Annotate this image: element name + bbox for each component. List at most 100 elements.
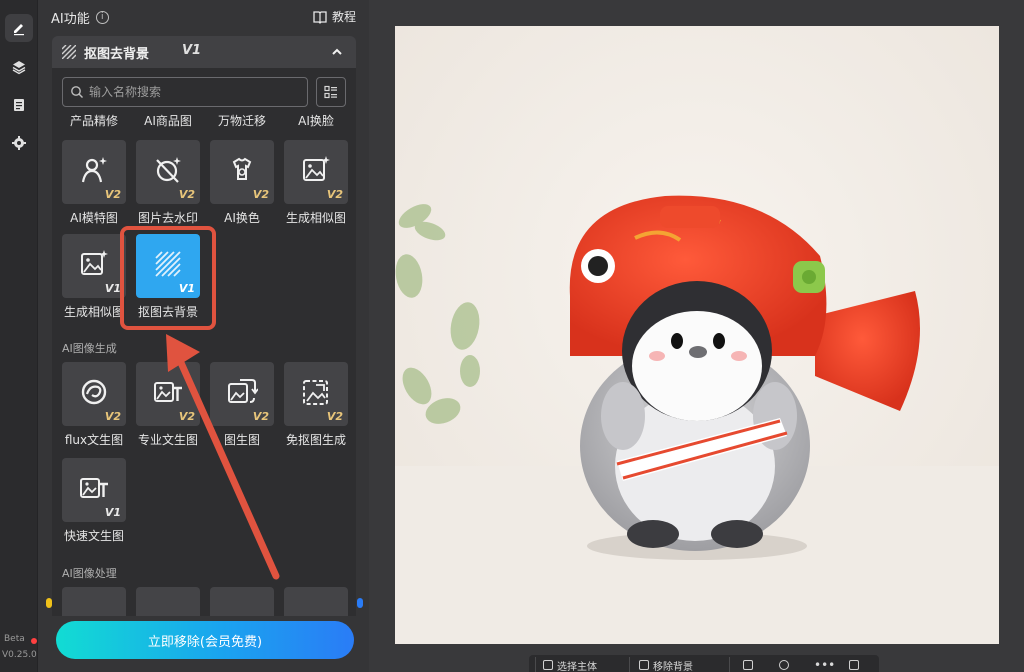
scroll-indicator-left	[46, 598, 52, 608]
section-header[interactable]: 抠图去背景 V1	[52, 36, 356, 68]
select-subject-button[interactable]: 选择主体	[543, 658, 597, 672]
tool-processing-2[interactable]	[136, 587, 200, 616]
info-icon[interactable]: i	[95, 11, 109, 24]
scroll-indicator-right	[357, 598, 363, 608]
tool-label: 生成相似图	[285, 211, 346, 225]
tool-processing-3[interactable]	[210, 587, 274, 616]
search-box[interactable]	[62, 77, 308, 107]
version-badge: V1	[104, 282, 121, 295]
image-icon	[639, 660, 649, 670]
tool-fast-text2img[interactable]: V1	[62, 458, 126, 522]
version-badge: V2	[326, 188, 343, 201]
tool-pro-text2img[interactable]: V2	[136, 362, 200, 426]
image-sparkle-icon	[303, 156, 330, 181]
tool-label: 快速文生图	[63, 529, 124, 543]
image-dashed-icon	[303, 380, 328, 405]
group-label-generation: AI图像生成	[62, 342, 117, 355]
version-badge: V2	[104, 188, 121, 201]
layers-button[interactable]	[5, 53, 33, 81]
tutorial-label: 教程	[331, 10, 356, 24]
remove-now-button[interactable]: 立即移除(会员免费)	[56, 621, 354, 659]
image-refresh-icon	[228, 379, 258, 403]
section-version: V1	[182, 43, 202, 58]
canvas-toolbar: 选择主体 移除背景 •••	[529, 655, 879, 672]
ai-feature-panel: AI功能 i 教程 抠图去背景 V1 产品精修 AI商品	[38, 0, 369, 672]
more-icon: •••	[814, 658, 836, 672]
panel-title: AI功能	[51, 12, 90, 27]
category-transfer[interactable]: 万物迁移	[205, 112, 279, 129]
version-badge: V2	[326, 410, 343, 423]
notification-dot	[31, 638, 37, 644]
more-button[interactable]: •••	[814, 658, 835, 672]
tool-similar-image-v1[interactable]: V1	[62, 234, 126, 298]
version-label: V0.25.0	[2, 650, 37, 660]
version-badge: V1	[104, 506, 121, 519]
tool-ai-model[interactable]: V2	[62, 140, 126, 204]
crop-icon	[743, 660, 753, 670]
edit-tool-button[interactable]	[5, 14, 33, 42]
canvas-image[interactable]	[395, 26, 999, 644]
image-text-icon	[154, 382, 182, 402]
tool-img2img[interactable]: V2	[210, 362, 274, 426]
search-icon	[71, 86, 83, 98]
no-watermark-icon	[156, 157, 181, 183]
gear-icon	[12, 136, 26, 150]
contrast-button[interactable]	[779, 658, 789, 672]
hatch-icon	[62, 45, 76, 59]
tool-label: 专业文生图	[137, 433, 198, 447]
section-title: 抠图去背景	[84, 47, 150, 62]
category-face-swap[interactable]: AI换脸	[279, 112, 353, 129]
remove-background-label: 移除背景	[653, 661, 693, 672]
list-icon	[324, 85, 337, 99]
image-sparkle-icon	[81, 250, 108, 275]
tool-list: 产品精修 AI商品图 万物迁移 AI换脸 V2 V2 V2 V2	[52, 68, 356, 616]
icon-rail: Beta V0.25.0	[0, 0, 38, 672]
tool-processing-1[interactable]	[62, 587, 126, 616]
tool-label: 图生图	[223, 433, 260, 447]
version-badge: V2	[178, 188, 195, 201]
group-label-processing: AI图像处理	[62, 567, 117, 580]
clipboard-icon	[14, 99, 24, 111]
version-badge: V2	[104, 410, 121, 423]
panel-header: AI功能 i	[51, 8, 109, 27]
tool-flux-text2img[interactable]: V2	[62, 362, 126, 426]
image-text-icon	[80, 478, 108, 498]
select-subject-label: 选择主体	[557, 661, 597, 672]
category-product-retouch[interactable]: 产品精修	[57, 112, 131, 129]
sliders-icon	[849, 660, 859, 670]
version-badge: V2	[252, 188, 269, 201]
remove-background-button[interactable]: 移除背景	[639, 658, 693, 672]
history-button[interactable]	[5, 91, 33, 119]
book-icon	[313, 10, 327, 24]
flux-swirl-icon	[81, 379, 107, 405]
pencil-icon	[14, 24, 24, 36]
shirt-palette-icon	[232, 157, 252, 180]
layers-icon	[12, 61, 26, 75]
tool-label: 免抠图生成	[285, 433, 346, 447]
chevron-up-icon[interactable]	[330, 45, 344, 59]
tool-label: 图片去水印	[137, 211, 198, 225]
tool-processing-4[interactable]	[284, 587, 348, 616]
adjust-button[interactable]	[849, 658, 859, 672]
tool-label: flux文生图	[64, 433, 124, 447]
tutorial-link[interactable]: 教程	[313, 8, 356, 25]
crop-button[interactable]	[743, 658, 753, 672]
contrast-icon	[779, 660, 789, 670]
highlight-annotation	[120, 226, 216, 330]
list-view-button[interactable]	[316, 77, 346, 107]
tool-remove-watermark[interactable]: V2	[136, 140, 200, 204]
search-input[interactable]	[89, 83, 299, 101]
person-sparkle-icon	[81, 157, 107, 183]
tool-label: AI模特图	[70, 211, 118, 225]
beta-label: Beta	[4, 634, 25, 644]
version-badge: V2	[178, 410, 195, 423]
penguin-plush-photo	[395, 26, 999, 644]
category-ai-product[interactable]: AI商品图	[131, 112, 205, 129]
settings-button[interactable]	[5, 129, 33, 157]
tool-similar-image[interactable]: V2	[284, 140, 348, 204]
tool-no-cutout-gen[interactable]: V2	[284, 362, 348, 426]
version-badge: V2	[252, 410, 269, 423]
app-window: Beta V0.25.0 AI功能 i 教程 抠图去背景 V1 输入名称搜索 产…	[0, 0, 1024, 672]
tool-ai-recolor[interactable]: V2	[210, 140, 274, 204]
tool-label: AI换色	[224, 211, 260, 225]
